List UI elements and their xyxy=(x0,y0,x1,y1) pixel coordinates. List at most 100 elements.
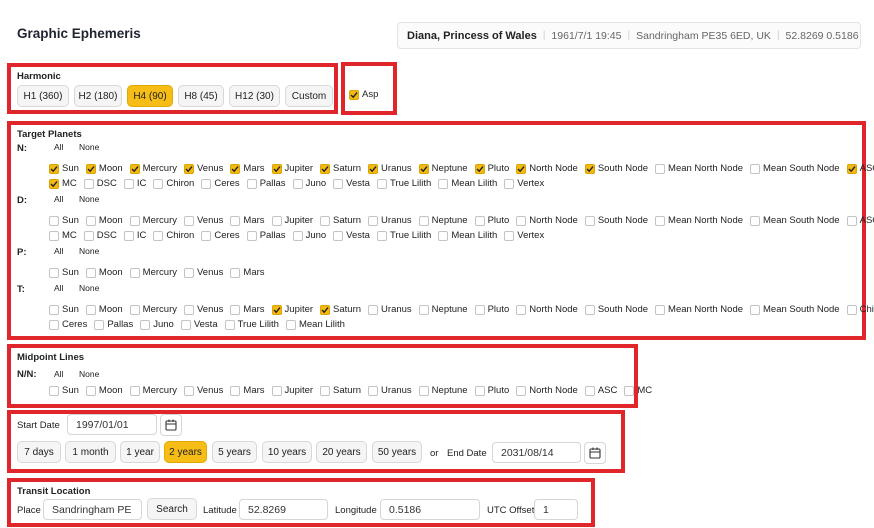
utc-offset-input[interactable]: 1 xyxy=(534,499,578,520)
checkbox-neptune[interactable]: Neptune xyxy=(418,163,468,174)
checkbox-pluto[interactable]: Pluto xyxy=(474,385,509,396)
checkbox-vertex[interactable]: Vertex xyxy=(504,178,544,189)
checkbox-mean-lilith[interactable]: Mean Lilith xyxy=(438,178,497,189)
checkbox-vesta[interactable]: Vesta xyxy=(333,178,370,189)
harmonic-button-h8-45[interactable]: H8 (45) xyxy=(178,85,224,107)
checkbox-venus[interactable]: Venus xyxy=(183,163,223,174)
checkbox-neptune[interactable]: Neptune xyxy=(418,385,468,396)
checkbox-north-node[interactable]: North Node xyxy=(516,215,578,226)
checkbox-jupiter[interactable]: Jupiter xyxy=(271,304,313,315)
harmonic-button-h1-360[interactable]: H1 (360) xyxy=(17,85,69,107)
target-all-button[interactable]: All xyxy=(54,142,63,152)
checkbox-venus[interactable]: Venus xyxy=(183,304,223,315)
checkbox-venus[interactable]: Venus xyxy=(183,215,223,226)
checkbox-pallas[interactable]: Pallas xyxy=(246,230,286,241)
checkbox-asc[interactable]: ASC xyxy=(846,215,874,226)
checkbox-mercury[interactable]: Mercury xyxy=(129,385,177,396)
checkbox-pallas[interactable]: Pallas xyxy=(246,178,286,189)
checkbox-uranus[interactable]: Uranus xyxy=(368,163,412,174)
checkbox-chiron[interactable]: Chiron xyxy=(153,230,194,241)
checkbox-true-lilith[interactable]: True Lilith xyxy=(376,178,431,189)
checkbox-mercury[interactable]: Mercury xyxy=(129,215,177,226)
end-date-input[interactable]: 2031/08/14 xyxy=(492,442,581,463)
range-button-2-years[interactable]: 2 years xyxy=(164,441,207,463)
checkbox-saturn[interactable]: Saturn xyxy=(320,215,361,226)
checkbox-ceres[interactable]: Ceres xyxy=(201,178,240,189)
range-button-1-year[interactable]: 1 year xyxy=(120,441,160,463)
start-date-input[interactable]: 1997/01/01 xyxy=(67,414,157,435)
checkbox-sun[interactable]: Sun xyxy=(49,385,79,396)
checkbox-pallas[interactable]: Pallas xyxy=(94,319,133,330)
checkbox-asc[interactable]: ASC xyxy=(846,163,874,174)
checkbox-jupiter[interactable]: Jupiter xyxy=(271,163,313,174)
target-none-button[interactable]: None xyxy=(79,283,99,293)
checkbox-north-node[interactable]: North Node xyxy=(516,304,578,315)
checkbox-true-lilith[interactable]: True Lilith xyxy=(376,230,431,241)
checkbox-mercury[interactable]: Mercury xyxy=(129,267,177,278)
checkbox-sun[interactable]: Sun xyxy=(49,304,79,315)
checkbox-mean-south-node[interactable]: Mean South Node xyxy=(750,304,840,315)
checkbox-north-node[interactable]: North Node xyxy=(516,385,578,396)
checkbox-ic[interactable]: IC xyxy=(123,230,146,241)
checkbox-mean-south-node[interactable]: Mean South Node xyxy=(750,215,840,226)
checkbox-sun[interactable]: Sun xyxy=(49,163,79,174)
range-button-7-days[interactable]: 7 days xyxy=(17,441,61,463)
checkbox-pluto[interactable]: Pluto xyxy=(474,163,509,174)
checkbox-mc[interactable]: MC xyxy=(624,385,652,396)
checkbox-chiron[interactable]: Chiron xyxy=(846,304,874,315)
start-date-calendar-button[interactable] xyxy=(160,414,182,436)
checkbox-saturn[interactable]: Saturn xyxy=(320,163,361,174)
checkbox-chiron[interactable]: Chiron xyxy=(153,178,194,189)
checkbox-moon[interactable]: Moon xyxy=(85,267,123,278)
checkbox-uranus[interactable]: Uranus xyxy=(368,215,412,226)
checkbox-south-node[interactable]: South Node xyxy=(584,163,648,174)
checkbox-mars[interactable]: Mars xyxy=(230,163,265,174)
checkbox-vertex[interactable]: Vertex xyxy=(504,230,544,241)
checkbox-moon[interactable]: Moon xyxy=(85,215,123,226)
checkbox-dsc[interactable]: DSC xyxy=(83,230,117,241)
checkbox-mean-north-node[interactable]: Mean North Node xyxy=(655,304,743,315)
checkbox-ic[interactable]: IC xyxy=(123,178,146,189)
midpoint-none-button[interactable]: None xyxy=(79,369,99,379)
checkbox-mean-north-node[interactable]: Mean North Node xyxy=(655,163,743,174)
search-button[interactable]: Search xyxy=(147,498,197,520)
checkbox-sun[interactable]: Sun xyxy=(49,267,79,278)
checkbox-mean-lilith[interactable]: Mean Lilith xyxy=(285,319,345,330)
checkbox-mc[interactable]: MC xyxy=(49,230,77,241)
checkbox-neptune[interactable]: Neptune xyxy=(418,215,468,226)
target-none-button[interactable]: None xyxy=(79,246,99,256)
checkbox-vesta[interactable]: Vesta xyxy=(333,230,370,241)
checkbox-mars[interactable]: Mars xyxy=(230,304,265,315)
target-all-button[interactable]: All xyxy=(54,194,63,204)
checkbox-juno[interactable]: Juno xyxy=(292,178,326,189)
checkbox-mars[interactable]: Mars xyxy=(230,215,265,226)
target-all-button[interactable]: All xyxy=(54,246,63,256)
range-button-20-years[interactable]: 20 years xyxy=(316,441,367,463)
checkbox-neptune[interactable]: Neptune xyxy=(418,304,468,315)
checkbox-vesta[interactable]: Vesta xyxy=(180,319,218,330)
midpoint-all-button[interactable]: All xyxy=(54,369,63,379)
checkbox-sun[interactable]: Sun xyxy=(49,215,79,226)
checkbox-jupiter[interactable]: Jupiter xyxy=(271,385,313,396)
checkbox-venus[interactable]: Venus xyxy=(183,267,223,278)
target-none-button[interactable]: None xyxy=(79,194,99,204)
checkbox-north-node[interactable]: North Node xyxy=(516,163,578,174)
range-button-50-years[interactable]: 50 years xyxy=(372,441,422,463)
checkbox-asc[interactable]: ASC xyxy=(584,385,617,396)
harmonic-button-h2-180[interactable]: H2 (180) xyxy=(74,85,122,107)
checkbox-mc[interactable]: MC xyxy=(49,178,77,189)
checkbox-juno[interactable]: Juno xyxy=(292,230,326,241)
range-button-10-years[interactable]: 10 years xyxy=(262,441,312,463)
checkbox-ceres[interactable]: Ceres xyxy=(201,230,240,241)
checkbox-moon[interactable]: Moon xyxy=(85,163,123,174)
checkbox-moon[interactable]: Moon xyxy=(85,385,123,396)
checkbox-south-node[interactable]: South Node xyxy=(584,304,648,315)
checkbox-mercury[interactable]: Mercury xyxy=(129,163,177,174)
end-date-calendar-button[interactable] xyxy=(584,442,606,464)
checkbox-mars[interactable]: Mars xyxy=(230,267,265,278)
harmonic-button-h12-30[interactable]: H12 (30) xyxy=(229,85,280,107)
checkbox-venus[interactable]: Venus xyxy=(183,385,223,396)
harmonic-button-h4-90[interactable]: H4 (90) xyxy=(127,85,173,107)
target-all-button[interactable]: All xyxy=(54,283,63,293)
checkbox-saturn[interactable]: Saturn xyxy=(320,304,361,315)
